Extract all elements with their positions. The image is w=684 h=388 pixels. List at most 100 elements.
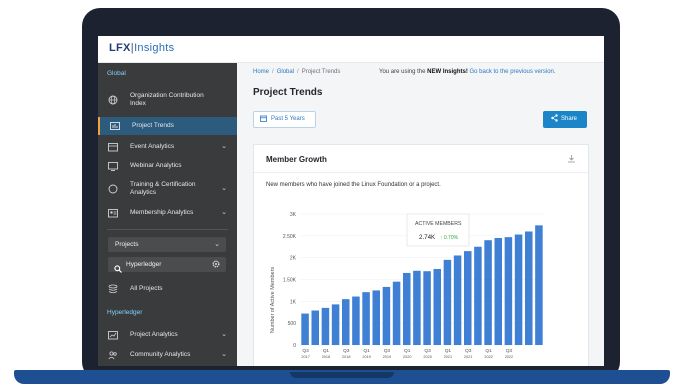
sidebar-item-webinar-analytics[interactable]: Webinar Analytics <box>98 158 237 174</box>
sidebar-item-label: Community Analytics <box>130 351 191 358</box>
sidebar-item-label: All Projects <box>130 285 163 292</box>
y-tick-label: 2K <box>290 256 297 262</box>
chart-bar[interactable] <box>341 299 350 345</box>
sidebar-item-label: Membership Analytics <box>130 209 194 216</box>
chart-bar[interactable] <box>443 259 452 345</box>
logo-main: LFX <box>109 42 131 54</box>
download-icon[interactable] <box>567 154 576 165</box>
chart-bar[interactable] <box>362 292 370 345</box>
stack-icon <box>108 284 118 294</box>
chevron-down-icon: ⌄ <box>221 331 227 338</box>
membership-icon <box>108 208 118 218</box>
chevron-down-icon: ⌄ <box>221 143 227 150</box>
card-divider <box>254 172 588 173</box>
x-tick-label: Q1 <box>445 348 452 354</box>
chart-bar[interactable] <box>463 251 472 345</box>
previous-version-link[interactable]: Go back to the previous version. <box>470 69 556 75</box>
share-label: Share <box>561 116 578 122</box>
sidebar-item-membership-analytics[interactable]: Membership Analytics ⌄ <box>98 205 237 221</box>
sidebar-item-event-analytics[interactable]: Event Analytics ⌄ <box>98 139 237 155</box>
x-tick-label: Q3 <box>506 348 513 354</box>
y-tick-label: 1K <box>290 299 297 305</box>
sidebar-item-label: Event Analytics <box>130 143 175 150</box>
calendar-icon <box>260 115 267 124</box>
breadcrumb-global[interactable]: Global <box>277 69 294 75</box>
x-tick-label: Q1 <box>485 348 492 354</box>
sidebar-section-hyperledger: Hyperledger <box>107 309 143 316</box>
x-tick-label: Q3 <box>302 348 309 354</box>
share-button[interactable]: Share <box>543 111 587 128</box>
gear-icon[interactable] <box>212 260 220 270</box>
projects-select[interactable]: Projects ⌄ <box>108 237 226 252</box>
search-icon <box>114 260 122 278</box>
chart-bar[interactable] <box>484 240 492 345</box>
x-tick-label: 2020 <box>403 355 411 359</box>
sidebar-item-organization-contribution-index[interactable]: Organization Contribution Index <box>98 88 237 112</box>
chart-bar[interactable] <box>474 246 482 345</box>
sidebar-item-label: Training & Certification Analytics <box>130 181 196 196</box>
chart-bar[interactable] <box>382 286 391 345</box>
event-icon <box>108 142 118 152</box>
chart-bar[interactable] <box>453 255 462 345</box>
x-tick-label: Q3 <box>384 348 391 354</box>
x-tick-label: Q1 <box>404 348 411 354</box>
projects-select-value: Projects <box>115 241 139 248</box>
chart-bar[interactable] <box>423 271 431 345</box>
x-tick-label: Q1 <box>323 348 330 354</box>
chart-bar[interactable] <box>301 313 309 345</box>
chart-bar[interactable] <box>402 272 411 345</box>
x-tick-label: 2022 <box>505 355 513 359</box>
chart-bar[interactable] <box>352 296 360 345</box>
sidebar-item-training-certification[interactable]: Training & Certification Analytics ⌄ <box>98 177 237 201</box>
trends-icon <box>110 121 120 131</box>
sidebar-item-project-analytics[interactable]: Project Analytics ⌄ <box>98 327 237 343</box>
x-tick-label: 2019 <box>362 355 370 359</box>
new-insights-notice: You are using the NEW Insights! Go back … <box>379 69 556 75</box>
chart-bar[interactable] <box>372 290 381 345</box>
chevron-down-icon: ⌄ <box>221 209 227 216</box>
breadcrumb: Home / Global / Project Trends <box>253 69 341 75</box>
x-tick-label: Q1 <box>363 348 370 354</box>
chart-bar[interactable] <box>311 310 320 346</box>
y-axis-label: Number of Active Members <box>270 267 276 334</box>
tooltip-value: 2.74K <box>419 234 436 241</box>
share-icon <box>551 114 558 124</box>
chart-bar[interactable] <box>524 231 533 345</box>
chart-bar[interactable] <box>535 225 543 345</box>
chart-bar[interactable] <box>504 237 513 345</box>
sidebar-item-all-projects[interactable]: All Projects <box>98 281 237 297</box>
logo[interactable]: LFX|Insights <box>109 42 174 54</box>
x-tick-label: 2020 <box>423 355 431 359</box>
chart-bar[interactable] <box>392 281 401 345</box>
webinar-icon <box>108 161 118 171</box>
sidebar: Global Organization Contribution Index P… <box>98 63 239 366</box>
x-tick-label: 2019 <box>383 355 391 359</box>
chevron-down-icon: ⌄ <box>221 185 227 192</box>
project-search-value: Hyperledger <box>126 261 162 268</box>
x-tick-label: Q3 <box>343 348 350 354</box>
x-tick-label: 2018 <box>342 355 350 359</box>
chart-bar[interactable] <box>494 238 503 345</box>
x-tick-label: 2017 <box>301 355 309 359</box>
x-tick-label: 2022 <box>484 355 492 359</box>
member-growth-card: Member Growth New members who have joine… <box>253 144 589 366</box>
card-title: Member Growth <box>266 155 327 164</box>
training-icon <box>108 184 118 194</box>
logo-sub: Insights <box>134 42 175 54</box>
chart-bar[interactable] <box>331 304 340 345</box>
sidebar-item-label: Webinar Analytics <box>130 162 182 169</box>
tooltip-change: ↑ 0.70% <box>440 235 459 241</box>
sidebar-item-project-trends[interactable]: Project Trends <box>98 117 239 135</box>
x-tick-label: Q3 <box>424 348 431 354</box>
breadcrumb-home[interactable]: Home <box>253 69 269 75</box>
notice-prefix: You are using the <box>379 69 426 75</box>
sidebar-item-community-analytics[interactable]: Community Analytics ⌄ <box>98 347 237 363</box>
chart-bar[interactable] <box>321 307 330 345</box>
chart-bar[interactable] <box>514 234 523 345</box>
date-range-button[interactable]: Past 5 Years <box>253 111 316 128</box>
chart-bar[interactable] <box>433 269 442 345</box>
project-search-input[interactable]: Hyperledger <box>108 257 226 273</box>
chart-tooltip: ACTIVE MEMBERS 2.74K ↑ 0.70% <box>406 213 470 247</box>
breadcrumb-current: Project Trends <box>301 69 341 75</box>
chart-bar[interactable] <box>413 270 421 345</box>
